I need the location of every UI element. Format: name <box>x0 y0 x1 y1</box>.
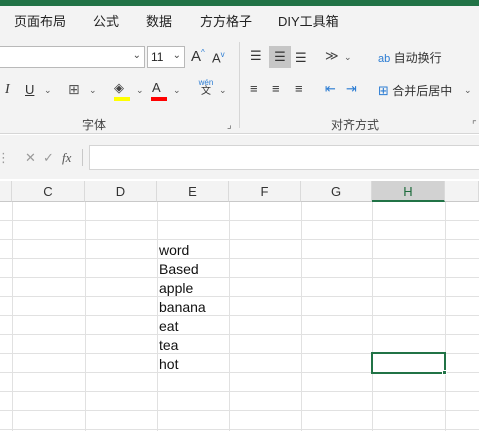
cell-e-based[interactable]: Based <box>159 261 199 277</box>
font-size-dropdown[interactable]: 11 ⌄ <box>147 46 185 68</box>
borders-icon[interactable]: ⊞ <box>68 81 80 98</box>
column-header-i[interactable] <box>445 181 479 202</box>
align-center-icon[interactable]: ≡ <box>272 81 280 96</box>
tab-fangfang-grid[interactable]: 方方格子 <box>200 11 252 30</box>
tab-formulas[interactable]: 公式 <box>93 11 119 30</box>
cell-e-eat[interactable]: eat <box>159 318 178 334</box>
font-color-icon: A <box>152 80 161 95</box>
column-header-e[interactable]: E <box>157 181 229 202</box>
grow-font-icon: A <box>191 48 202 65</box>
chevron-down-icon[interactable]: ⌄ <box>44 85 52 96</box>
column-header-h[interactable]: H <box>372 181 445 202</box>
formula-input[interactable] <box>89 145 479 170</box>
wrap-text-button[interactable]: ab 自动换行 <box>378 49 442 66</box>
gridline <box>0 429 479 430</box>
insert-function-button[interactable]: fx <box>62 150 71 166</box>
gridline <box>0 220 479 221</box>
cancel-icon[interactable]: ✕ <box>25 150 36 166</box>
tab-data[interactable]: 数据 <box>146 11 172 30</box>
align-middle-button[interactable]: ☰ <box>269 46 291 68</box>
chevron-down-icon[interactable]: ⌄ <box>89 85 97 96</box>
gridline <box>12 202 13 431</box>
worksheet-grid[interactable]: word Based apple banana eat tea hot <box>0 202 479 431</box>
wrap-text-icon: ab <box>378 53 391 65</box>
merge-center-button[interactable]: ⊞ 合并后居中 <box>378 82 452 99</box>
cell-e-banana[interactable]: banana <box>159 299 206 315</box>
fill-handle[interactable] <box>442 370 447 375</box>
font-size-value: 11 <box>151 50 164 64</box>
chevron-down-icon[interactable]: ⌄ <box>464 85 472 96</box>
ribbon-tabs: 页面布局 公式 数据 方方格子 DIY工具箱 <box>0 6 479 36</box>
check-icon[interactable]: ✓ <box>43 150 54 166</box>
formula-bar-area: ⋮ ✕ ✓ fx <box>0 135 479 179</box>
gridline <box>229 202 230 431</box>
font-dialog-launcher-icon[interactable]: ⌟ <box>227 120 232 131</box>
column-header-d[interactable]: D <box>85 181 157 202</box>
gridline <box>0 410 479 411</box>
underline-button[interactable]: U <box>25 82 34 97</box>
chevron-down-icon[interactable]: ⌄ <box>219 85 227 96</box>
chevron-down-icon[interactable]: ⌄ <box>136 85 144 96</box>
gridline <box>301 202 302 431</box>
gridline <box>0 391 479 392</box>
cell-e-tea[interactable]: tea <box>159 337 178 353</box>
select-all-corner[interactable] <box>0 181 12 202</box>
chevron-down-icon: ⌄ <box>132 50 141 61</box>
merge-center-label: 合并后居中 <box>392 84 453 98</box>
cell-e-hot[interactable]: hot <box>159 356 178 372</box>
phonetic-button[interactable]: wén 文 <box>197 78 215 97</box>
phonetic-char: 文 <box>201 86 211 97</box>
font-color-swatch <box>151 97 167 101</box>
gridline <box>0 296 479 297</box>
gridline <box>0 315 479 316</box>
merge-cells-icon: ⊞ <box>378 83 389 98</box>
grow-font-button[interactable]: A^ <box>191 48 205 65</box>
align-right-icon[interactable]: ≡ <box>295 81 303 96</box>
fill-color-swatch <box>114 97 130 101</box>
group-separator <box>239 42 240 128</box>
paint-bucket-icon: ◈ <box>114 80 124 95</box>
cell-e-apple[interactable]: apple <box>159 280 193 296</box>
decrease-indent-icon[interactable]: ⇤ <box>325 81 336 97</box>
align-left-icon[interactable]: ≡ <box>250 81 258 96</box>
chevron-down-icon: ⌄ <box>172 50 181 61</box>
wrap-text-label: 自动换行 <box>393 51 442 65</box>
gridline <box>372 202 373 431</box>
italic-button[interactable]: I <box>5 82 10 98</box>
font-color-button[interactable]: A <box>151 80 167 101</box>
gridline <box>0 334 479 335</box>
column-header-g[interactable]: G <box>301 181 372 202</box>
increase-indent-icon[interactable]: ⇥ <box>346 81 357 97</box>
text-orientation-icon[interactable]: ≫ <box>325 48 339 64</box>
group-label-font: 字体 <box>82 118 107 132</box>
shrink-font-icon: A <box>212 50 221 66</box>
align-middle-icon: ☰ <box>274 49 286 64</box>
gridline <box>0 239 479 240</box>
active-cell-selection[interactable] <box>371 352 446 374</box>
tab-diy-toolbox[interactable]: DIY工具箱 <box>278 11 339 30</box>
formula-separator <box>82 149 83 166</box>
align-top-icon[interactable]: ☰ <box>250 48 262 64</box>
font-name-dropdown[interactable]: ⌄ <box>0 46 145 68</box>
gridline <box>157 202 158 431</box>
chevron-down-icon[interactable]: ⌄ <box>173 85 181 96</box>
shrink-font-button[interactable]: Av <box>212 50 225 65</box>
alignment-dialog-launcher-icon[interactable]: ⌜ <box>472 120 477 131</box>
column-header-f[interactable]: F <box>229 181 301 202</box>
name-box-edge: ⋮ <box>0 150 10 165</box>
group-label-alignment: 对齐方式 <box>331 118 380 132</box>
gridline <box>85 202 86 431</box>
ribbon-panel: ⌄ 11 ⌄ A^ Av I U ⌄ ⊞ ⌄ ◈ ⌄ A ⌄ wén 文 ⌄ 字… <box>0 36 479 134</box>
gridline <box>445 202 446 431</box>
fill-color-button[interactable]: ◈ <box>114 80 130 101</box>
tab-page-layout[interactable]: 页面布局 <box>14 11 66 30</box>
align-bottom-icon[interactable]: ☰ <box>295 50 307 66</box>
gridline <box>0 277 479 278</box>
chevron-down-icon[interactable]: ⌄ <box>344 52 352 63</box>
cell-e-word[interactable]: word <box>159 242 189 258</box>
gridline <box>0 258 479 259</box>
column-header-c[interactable]: C <box>12 181 85 202</box>
